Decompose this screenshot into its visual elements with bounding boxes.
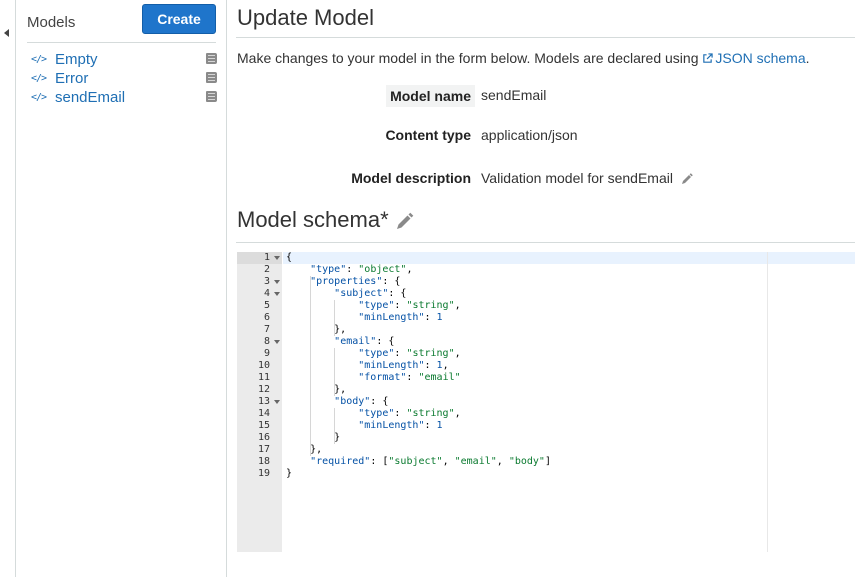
line-number: 9 — [263, 348, 270, 359]
indent-guide — [334, 408, 336, 444]
fold-arrow-icon[interactable] — [274, 256, 280, 260]
sidebar-collapse-strip[interactable] — [0, 0, 16, 577]
create-button[interactable]: Create — [142, 4, 216, 34]
line-number: 11 — [257, 372, 270, 383]
content-type-value: application/json — [481, 127, 578, 143]
code-icon: </> — [31, 92, 47, 103]
code-line[interactable]: "type": "object", — [286, 264, 412, 276]
book-icon[interactable] — [206, 91, 217, 102]
intro-sentence: Make changes to your model in the form b… — [237, 50, 703, 66]
line-number: 16 — [257, 432, 270, 443]
line-number: 17 — [257, 444, 270, 455]
collapse-arrow-icon[interactable] — [4, 29, 9, 37]
models-divider — [27, 42, 216, 43]
model-item-label[interactable]: sendEmail — [55, 89, 125, 106]
line-number: 1 — [263, 252, 270, 263]
line-number: 15 — [257, 420, 270, 431]
model-item-error[interactable]: </> Error — [31, 70, 217, 89]
code-line[interactable]: "type": "string", — [286, 300, 460, 312]
model-description-label: Model description — [351, 170, 471, 186]
code-line[interactable]: "email": { — [286, 336, 394, 348]
model-description-value: Validation model for sendEmail — [481, 170, 673, 186]
pencil-icon[interactable] — [395, 211, 415, 231]
title-divider — [236, 37, 855, 38]
model-item-empty[interactable]: </> Empty — [31, 51, 217, 70]
line-number: 2 — [263, 264, 270, 275]
code-line[interactable]: "type": "string", — [286, 348, 460, 360]
line-number: 19 — [257, 468, 270, 479]
code-line[interactable]: { — [286, 252, 292, 264]
fold-arrow-icon[interactable] — [274, 280, 280, 284]
model-name-label: Model name — [386, 85, 475, 107]
json-schema-link[interactable]: JSON schema — [702, 50, 806, 66]
code-icon: </> — [31, 73, 47, 84]
line-number: 14 — [257, 408, 270, 419]
line-number: 6 — [263, 312, 270, 323]
book-icon[interactable] — [206, 72, 217, 83]
fold-arrow-icon[interactable] — [274, 340, 280, 344]
code-line[interactable]: }, — [286, 384, 346, 396]
line-number: 13 — [257, 396, 270, 407]
pencil-icon[interactable] — [680, 172, 694, 186]
line-number: 18 — [257, 456, 270, 467]
intro-text: Make changes to your model in the form b… — [237, 50, 810, 66]
schema-divider — [236, 242, 855, 243]
line-number: 12 — [257, 384, 270, 395]
line-number: 7 — [263, 324, 270, 335]
code-icon: </> — [31, 54, 47, 65]
code-line[interactable]: }, — [286, 444, 322, 456]
json-schema-link-text[interactable]: JSON schema — [715, 50, 805, 66]
code-line[interactable]: "format": "email" — [286, 372, 460, 384]
line-number: 3 — [263, 276, 270, 287]
indent-guide — [334, 348, 336, 396]
external-link-icon — [703, 53, 714, 63]
line-number: 8 — [263, 336, 270, 347]
code-editor[interactable]: { "type": "object", "properties": { "sub… — [237, 252, 855, 552]
models-title: Models — [27, 14, 76, 31]
code-line[interactable]: } — [286, 432, 340, 444]
book-icon[interactable] — [206, 53, 217, 64]
code-line[interactable]: "type": "string", — [286, 408, 460, 420]
page-title: Update Model — [237, 5, 374, 30]
model-name-value: sendEmail — [481, 87, 547, 103]
line-number: 10 — [257, 360, 270, 371]
models-panel: Models Create </> Empty </> Error </> se… — [17, 0, 227, 577]
fold-arrow-icon[interactable] — [274, 292, 280, 296]
code-line[interactable]: "body": { — [286, 396, 388, 408]
fold-arrow-icon[interactable] — [274, 400, 280, 404]
code-line[interactable]: "required": ["subject", "email", "body"] — [286, 456, 551, 468]
model-item-label[interactable]: Empty — [55, 51, 98, 68]
intro-end: . — [805, 50, 810, 66]
active-line-highlight — [283, 252, 855, 264]
code-line[interactable]: }, — [286, 324, 346, 336]
line-number: 4 — [263, 288, 270, 299]
model-item-label[interactable]: Error — [55, 70, 88, 87]
code-line[interactable]: } — [286, 468, 292, 480]
code-line[interactable]: "properties": { — [286, 276, 400, 288]
indent-guide — [334, 300, 336, 336]
code-line[interactable]: "subject": { — [286, 288, 406, 300]
indent-guide — [310, 276, 312, 456]
content-type-label: Content type — [385, 127, 471, 143]
line-number: 5 — [263, 300, 270, 311]
print-margin — [767, 252, 768, 552]
model-item-sendemail[interactable]: </> sendEmail — [31, 89, 217, 108]
schema-title: Model schema* — [237, 207, 389, 232]
